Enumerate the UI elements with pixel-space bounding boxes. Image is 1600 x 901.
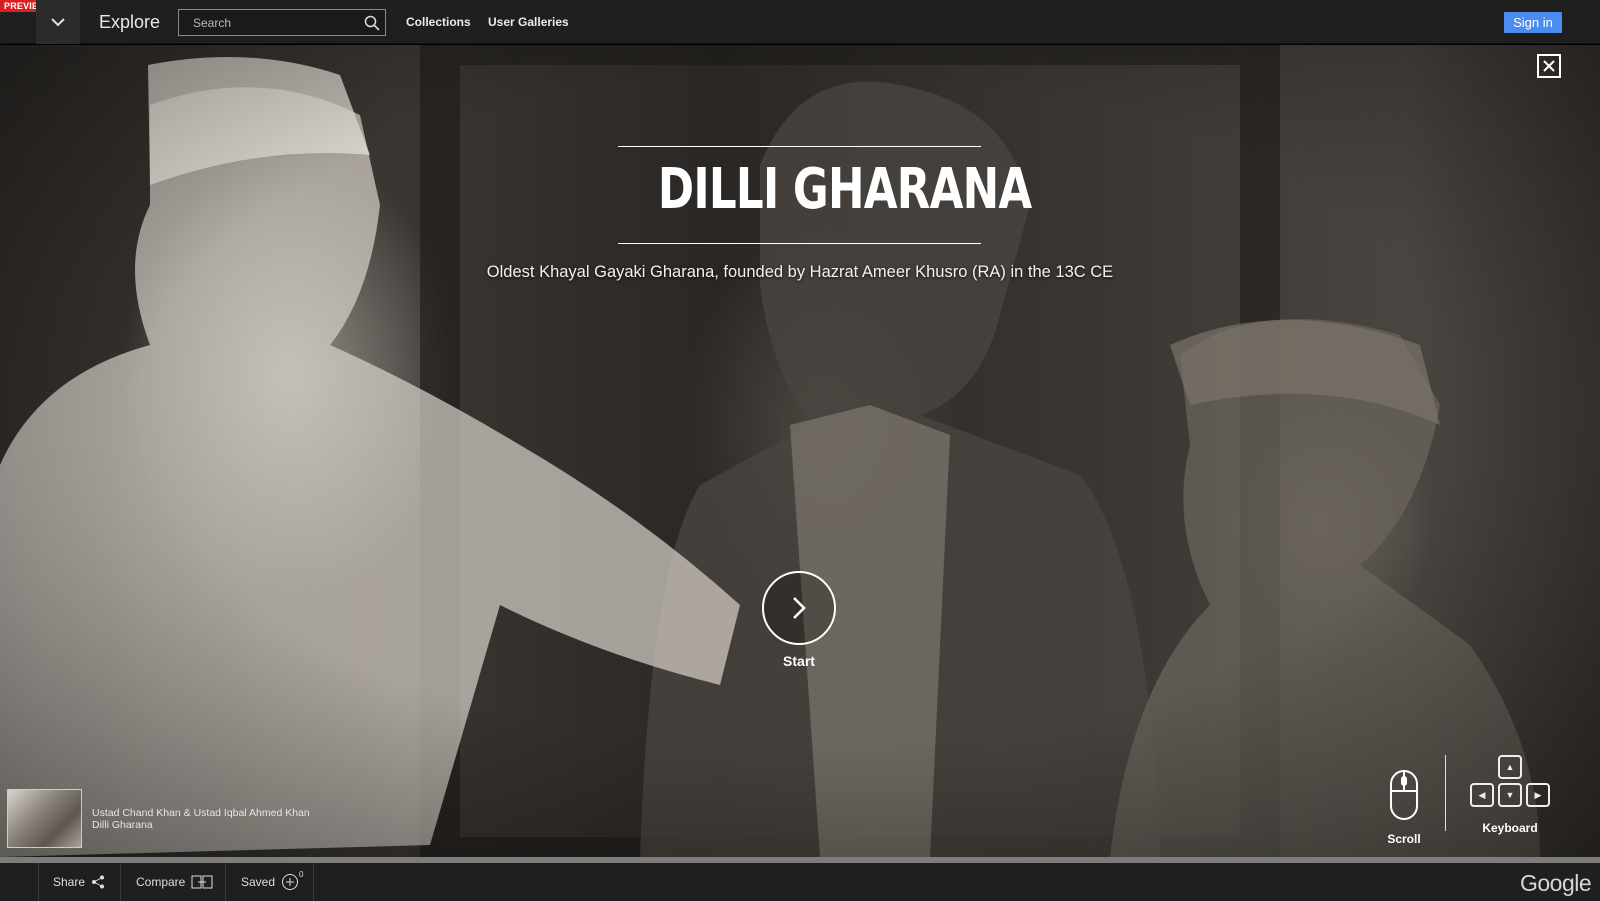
share-icon xyxy=(92,875,105,889)
bottom-separator xyxy=(120,863,121,901)
story-thumbnail[interactable] xyxy=(7,789,82,848)
saved-button[interactable]: Saved 0 xyxy=(241,863,309,901)
scroll-label: Scroll xyxy=(1387,832,1421,846)
share-button[interactable]: Share xyxy=(53,863,105,901)
search-icon[interactable] xyxy=(364,15,380,31)
story-title: DILLI GHARANA xyxy=(657,157,1032,222)
hero-story: DILLI GHARANA Oldest Khayal Gayaki Ghara… xyxy=(0,45,1600,857)
nav-collections[interactable]: Collections xyxy=(406,15,471,29)
close-icon xyxy=(1543,60,1555,72)
bottom-separator xyxy=(38,863,39,901)
arrow-left-key-icon: ◀ xyxy=(1470,783,1494,807)
arrow-down-key-icon: ▼ xyxy=(1498,783,1522,807)
caption-title: Ustad Chand Khan & Ustad Iqbal Ahmed Kha… xyxy=(92,807,310,819)
share-label: Share xyxy=(53,875,86,889)
title-rule-top xyxy=(618,146,981,147)
chevron-down-icon xyxy=(51,18,65,27)
explore-link[interactable]: Explore xyxy=(99,12,160,33)
compare-button[interactable]: Compare xyxy=(136,863,213,901)
saved-label: Saved xyxy=(241,875,276,889)
compare-label: Compare xyxy=(136,875,186,889)
keyboard-label: Keyboard xyxy=(1482,821,1538,835)
menu-toggle-button[interactable] xyxy=(36,0,80,44)
compare-icon xyxy=(191,875,213,889)
start-label[interactable]: Start xyxy=(740,653,858,669)
hint-divider xyxy=(1445,755,1446,831)
nav-user-galleries[interactable]: User Galleries xyxy=(488,15,569,29)
caption-subtitle: Dilli Gharana xyxy=(92,819,153,831)
add-circle-icon xyxy=(282,874,299,890)
mouse-icon xyxy=(1390,770,1418,820)
title-rule-bottom xyxy=(618,243,981,244)
arrow-right-key-icon: ▶ xyxy=(1526,783,1550,807)
bottom-bar: Share Compare Saved 0 Google xyxy=(0,863,1600,901)
search-input[interactable] xyxy=(179,10,359,35)
google-logo[interactable]: Google xyxy=(1520,870,1592,897)
arrow-up-key-icon: ▲ xyxy=(1498,755,1522,779)
saved-count: 0 xyxy=(299,869,304,879)
search-box xyxy=(178,9,386,36)
scroll-hint: Scroll xyxy=(1376,769,1432,846)
sign-in-button[interactable]: Sign in xyxy=(1504,12,1562,33)
chevron-right-icon xyxy=(793,597,806,619)
bottom-separator xyxy=(313,863,314,901)
top-bar: PREVIEW Explore Collections User Galleri… xyxy=(0,0,1600,44)
start-button[interactable] xyxy=(762,571,836,645)
photo-caption: Ustad Chand Khan & Ustad Iqbal Ahmed Kha… xyxy=(92,807,310,831)
bottom-separator xyxy=(225,863,226,901)
close-button[interactable] xyxy=(1537,54,1561,78)
story-subtitle: Oldest Khayal Gayaki Gharana, founded by… xyxy=(486,263,1114,281)
